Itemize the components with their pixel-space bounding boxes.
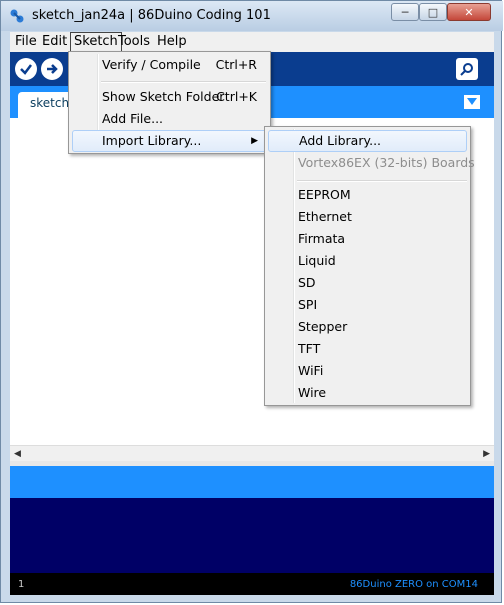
submenu-arrow-icon: ▶ bbox=[251, 136, 258, 146]
checkmark-icon bbox=[20, 64, 32, 75]
scroll-right-icon[interactable]: ▶ bbox=[483, 449, 490, 459]
console-output[interactable] bbox=[10, 498, 494, 573]
library-item-wire[interactable]: Wire bbox=[268, 382, 467, 404]
minimize-icon: ─ bbox=[401, 5, 409, 19]
menu-separator bbox=[101, 81, 266, 83]
scroll-left-icon[interactable]: ◀ bbox=[14, 449, 21, 459]
magnifier-icon bbox=[460, 63, 473, 76]
submenu-item-add-library[interactable]: Add Library... bbox=[268, 130, 467, 152]
menu-tools[interactable]: Tools bbox=[115, 32, 153, 52]
library-item-spi[interactable]: SPI bbox=[268, 294, 467, 316]
arrow-right-icon bbox=[47, 64, 58, 74]
window-title: sketch_jan24a | 86Duino Coding 101 bbox=[32, 8, 271, 23]
library-item-ethernet[interactable]: Ethernet bbox=[268, 206, 467, 228]
maximize-icon: □ bbox=[427, 5, 439, 19]
close-button[interactable]: ✕ bbox=[447, 3, 491, 21]
maximize-button[interactable]: □ bbox=[419, 3, 447, 21]
library-item-liquid[interactable]: Liquid bbox=[268, 250, 467, 272]
menu-bar: File Edit Sketch Tools Help bbox=[10, 32, 494, 52]
library-item-tft[interactable]: TFT bbox=[268, 338, 467, 360]
import-library-label: Import Library... bbox=[102, 133, 202, 148]
menu-item-show-folder[interactable]: Show Sketch Folder Ctrl+K bbox=[72, 86, 267, 108]
menu-item-import-library[interactable]: Import Library... ▶ bbox=[72, 130, 267, 152]
library-item-eeprom[interactable]: EEPROM bbox=[268, 184, 467, 206]
board-port-info: 86Duino ZERO on COM14 bbox=[349, 579, 478, 590]
show-folder-label: Show Sketch Folder bbox=[102, 89, 225, 104]
verify-label: Verify / Compile bbox=[102, 57, 201, 72]
menu-edit[interactable]: Edit bbox=[39, 32, 70, 52]
library-item-wifi[interactable]: WiFi bbox=[268, 360, 467, 382]
menu-item-add-file[interactable]: Add File... bbox=[72, 108, 267, 130]
status-band bbox=[10, 466, 494, 498]
import-library-submenu: Add Library... Vortex86EX (32-bits) Boar… bbox=[264, 126, 475, 406]
submenu-board-header: Vortex86EX (32-bits) Boards bbox=[298, 155, 475, 170]
menu-item-verify[interactable]: Verify / Compile Ctrl+R bbox=[72, 54, 267, 76]
upload-button[interactable] bbox=[41, 58, 63, 80]
library-item-sd[interactable]: SD bbox=[268, 272, 467, 294]
app-icon bbox=[10, 9, 24, 23]
serial-monitor-button[interactable] bbox=[456, 58, 478, 80]
library-item-firmata[interactable]: Firmata bbox=[268, 228, 467, 250]
status-bar: 1 86Duino ZERO on COM14 bbox=[10, 573, 494, 595]
add-file-label: Add File... bbox=[102, 111, 164, 126]
line-number: 1 bbox=[18, 579, 25, 590]
minimize-button[interactable]: ─ bbox=[391, 3, 419, 21]
library-item-stepper[interactable]: Stepper bbox=[268, 316, 467, 338]
horizontal-scrollbar[interactable]: ◀ ▶ bbox=[10, 445, 494, 462]
title-bar: sketch_jan24a | 86Duino Coding 101 ─ □ ✕ bbox=[1, 1, 503, 31]
sketch-menu: Verify / Compile Ctrl+R Show Sketch Fold… bbox=[68, 51, 271, 154]
menu-file[interactable]: File bbox=[12, 32, 40, 52]
menu-help[interactable]: Help bbox=[154, 32, 190, 52]
verify-button[interactable] bbox=[15, 58, 37, 80]
tab-menu-button[interactable] bbox=[464, 95, 480, 109]
submenu-separator bbox=[297, 180, 467, 182]
triangle-down-icon bbox=[467, 98, 477, 105]
verify-shortcut: Ctrl+R bbox=[215, 57, 257, 72]
close-icon: ✕ bbox=[464, 5, 474, 19]
show-folder-shortcut: Ctrl+K bbox=[216, 89, 257, 104]
